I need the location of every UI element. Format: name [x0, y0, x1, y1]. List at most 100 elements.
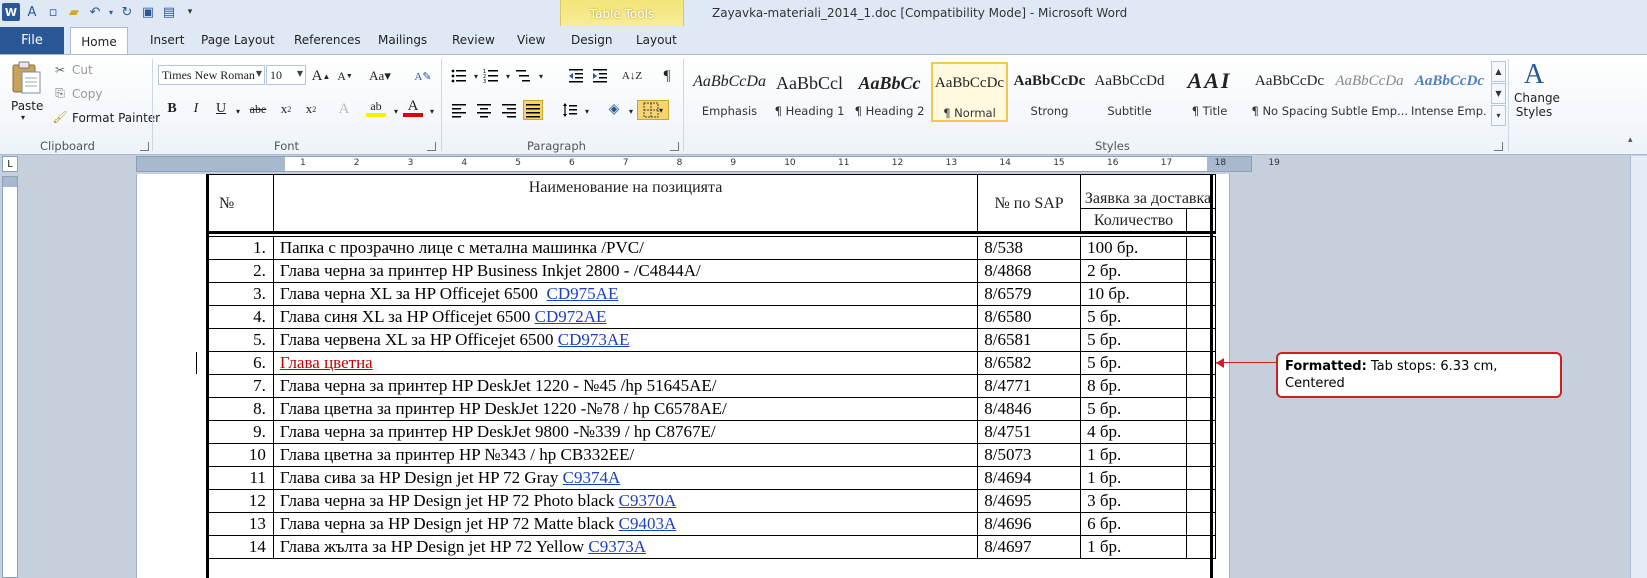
- tab-selector-icon[interactable]: L: [2, 156, 18, 172]
- cell-name[interactable]: Глава черна за HP Design jet HP 72 Matte…: [272, 512, 979, 536]
- cell-num[interactable]: 10: [206, 443, 274, 467]
- header-num[interactable]: №: [206, 174, 274, 233]
- tab-references[interactable]: References: [294, 33, 361, 47]
- style-subtitle[interactable]: AaBbCcDd Subtitle: [1091, 62, 1168, 122]
- tab-review[interactable]: Review: [452, 33, 495, 47]
- cell-name[interactable]: Глава черна за принтер HP Business Inkje…: [272, 259, 979, 283]
- cell-qty[interactable]: 10 бр.: [1080, 282, 1187, 306]
- tab-page-layout[interactable]: Page Layout: [201, 33, 275, 47]
- cell-qty[interactable]: 5 бр.: [1080, 328, 1187, 352]
- clear-formatting-icon[interactable]: A✎: [413, 66, 433, 86]
- cell-name[interactable]: Глава цветна: [272, 351, 979, 375]
- cell-num[interactable]: 12: [206, 489, 274, 513]
- product-code-link[interactable]: C9374A: [563, 468, 621, 487]
- cell-sap[interactable]: 8/4771: [977, 374, 1082, 398]
- cell-qty[interactable]: 100 бр.: [1080, 236, 1187, 260]
- font-a-icon[interactable]: A: [23, 3, 41, 21]
- multilevel-dropdown-icon[interactable]: ▾: [531, 66, 551, 86]
- paste-dropdown-icon[interactable]: ▾: [21, 113, 25, 122]
- cell-name[interactable]: Глава черна XL за HP Officejet 6500 CD97…: [272, 282, 979, 306]
- align-center-icon[interactable]: [474, 100, 494, 120]
- header-qty[interactable]: Количество: [1080, 208, 1187, 233]
- cell-qty[interactable]: 3 бр.: [1080, 489, 1187, 513]
- cell-num[interactable]: 4.: [206, 305, 274, 329]
- bold-icon[interactable]: B: [162, 99, 182, 119]
- cell-sap[interactable]: 8/4696: [977, 512, 1082, 536]
- italic-icon[interactable]: I: [186, 99, 206, 119]
- highlight-icon[interactable]: ab: [366, 99, 386, 117]
- product-code-link[interactable]: C9373A: [588, 537, 646, 556]
- style-heading-2[interactable]: AaBbCc ¶ Heading 2: [851, 62, 928, 122]
- open-folder-icon[interactable]: ▰: [65, 3, 83, 21]
- styles-more-icon[interactable]: ▾: [1491, 105, 1506, 126]
- cell-num[interactable]: 7.: [206, 374, 274, 398]
- cell-qty[interactable]: 6 бр.: [1080, 512, 1187, 536]
- styles-launcher-icon[interactable]: [1494, 142, 1503, 151]
- product-code-link[interactable]: CD973AE: [558, 330, 630, 349]
- strikethrough-icon[interactable]: abe: [248, 99, 268, 119]
- styles-scroll-down-icon[interactable]: ▼: [1491, 83, 1506, 104]
- styles-scroll-up-icon[interactable]: ▲: [1491, 61, 1506, 82]
- cell-name[interactable]: Папка с прозрачно лице с метална машинка…: [272, 236, 979, 260]
- cell-qty[interactable]: 5 бр.: [1080, 351, 1187, 375]
- cell-sap[interactable]: 8/6581: [977, 328, 1082, 352]
- cell-name[interactable]: Глава цветна за принтер HP №343 / hp CB3…: [272, 443, 979, 467]
- word-app-icon[interactable]: W: [2, 3, 20, 21]
- align-left-icon[interactable]: [449, 100, 469, 120]
- cell-name[interactable]: Глава цветна за принтер HP DeskJet 1220 …: [272, 397, 979, 421]
- align-right-icon[interactable]: [499, 100, 519, 120]
- cell-qty[interactable]: 5 бр.: [1080, 305, 1187, 329]
- show-formatting-marks-icon[interactable]: ¶: [657, 66, 677, 86]
- paste-button[interactable]: Paste: [11, 99, 43, 113]
- vertical-ruler[interactable]: [2, 176, 18, 578]
- copy-button[interactable]: Copy: [72, 87, 102, 101]
- cell-sap[interactable]: 8/4868: [977, 259, 1082, 283]
- cell-name[interactable]: Глава жълта за HP Design jet HP 72 Yello…: [272, 535, 979, 559]
- product-code-link[interactable]: CD972AE: [535, 307, 607, 326]
- header-sap[interactable]: № по SAP: [977, 174, 1082, 233]
- cell-sap[interactable]: 8/4694: [977, 466, 1082, 490]
- cell-num[interactable]: 3.: [206, 282, 274, 306]
- justify-icon[interactable]: [523, 100, 543, 120]
- cell-sap[interactable]: 8/538: [977, 236, 1082, 260]
- cell-sap[interactable]: 8/4846: [977, 397, 1082, 421]
- cell-num[interactable]: 8.: [206, 397, 274, 421]
- paste-icon[interactable]: [9, 61, 43, 95]
- redo-icon[interactable]: ↻: [118, 3, 136, 21]
- tab-view[interactable]: View: [517, 33, 545, 47]
- change-case-icon[interactable]: Aa▾: [369, 66, 391, 86]
- customize-qat-icon[interactable]: ▾: [181, 3, 199, 21]
- font-name-combo[interactable]: Times New Roman ▼: [158, 65, 265, 85]
- cell-name[interactable]: Глава синя XL за HP Officejet 6500 CD972…: [272, 305, 979, 329]
- cell-sap[interactable]: 8/6582: [977, 351, 1082, 375]
- product-code-link[interactable]: C9370A: [619, 491, 677, 510]
- save-icon[interactable]: ▣: [139, 3, 157, 21]
- cell-num[interactable]: 5.: [206, 328, 274, 352]
- formatting-balloon[interactable]: Formatted: Tab stops: 6.33 cm, Centered: [1276, 352, 1562, 398]
- cell-sap[interactable]: 8/4751: [977, 420, 1082, 444]
- copy-icon[interactable]: ⎘: [53, 86, 67, 100]
- cell-num[interactable]: 6.: [206, 351, 274, 375]
- header-name[interactable]: Наименование на позицията: [272, 174, 979, 233]
- undo-icon[interactable]: ↶: [86, 3, 104, 21]
- ribbon-collapse-icon[interactable]: ▴: [1628, 135, 1633, 145]
- cell-sap[interactable]: 8/4695: [977, 489, 1082, 513]
- multilevel-list-icon[interactable]: [513, 66, 533, 86]
- font-launcher-icon[interactable]: [427, 142, 436, 151]
- sort-icon[interactable]: A↓Z: [622, 66, 642, 86]
- cell-name[interactable]: Глава черна за принтер HP DeskJet 1220 -…: [272, 374, 979, 398]
- cell-sap[interactable]: 8/6579: [977, 282, 1082, 306]
- print-preview-icon[interactable]: ▤: [160, 3, 178, 21]
- cut-button[interactable]: Cut: [72, 63, 93, 77]
- style-no-spacing[interactable]: AaBbCcDc ¶ No Spacing: [1251, 62, 1328, 122]
- tab-home[interactable]: Home: [70, 27, 128, 55]
- font-color-dropdown-icon[interactable]: ▾: [422, 101, 442, 121]
- cell-num[interactable]: 9.: [206, 420, 274, 444]
- cell-sap[interactable]: 8/4697: [977, 535, 1082, 559]
- shrink-font-icon[interactable]: A ▼: [335, 66, 355, 86]
- decrease-indent-icon[interactable]: [566, 66, 586, 86]
- cell-qty[interactable]: 1 бр.: [1080, 466, 1187, 490]
- style-heading-1[interactable]: AaBbCcl ¶ Heading 1: [771, 62, 848, 122]
- cell-sap[interactable]: 8/6580: [977, 305, 1082, 329]
- style-subtle-emphasis[interactable]: AaBbCcDa Subtle Emp...: [1331, 62, 1408, 122]
